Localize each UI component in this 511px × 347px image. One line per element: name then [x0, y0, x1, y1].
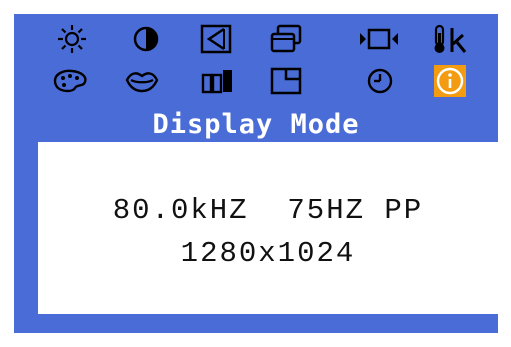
- size-icon[interactable]: [266, 22, 306, 56]
- menu-title: Display Mode: [152, 109, 360, 140]
- frequency-readout: 80.0kHZ 75HZ PP: [112, 194, 424, 227]
- temperature-k-icon[interactable]: [432, 22, 472, 56]
- osd-icon-bar: [14, 14, 498, 109]
- zoom-corner-icon[interactable]: [266, 64, 306, 98]
- contrast-icon[interactable]: [126, 22, 166, 56]
- osd-menu: Display Mode 80.0kHZ 75HZ PP 1280x1024: [14, 14, 498, 333]
- video-input-icon[interactable]: [360, 22, 400, 56]
- resolution-readout: 1280x1024: [180, 237, 356, 270]
- lips-icon[interactable]: [122, 64, 162, 98]
- brightness-icon[interactable]: [52, 22, 92, 56]
- moire-icon[interactable]: [198, 64, 238, 98]
- info-icon[interactable]: [430, 64, 470, 98]
- color-palette-icon[interactable]: [50, 64, 90, 98]
- display-info-panel: 80.0kHZ 75HZ PP 1280x1024: [38, 142, 498, 314]
- clock-icon[interactable]: [360, 64, 400, 98]
- position-icon[interactable]: [196, 22, 236, 56]
